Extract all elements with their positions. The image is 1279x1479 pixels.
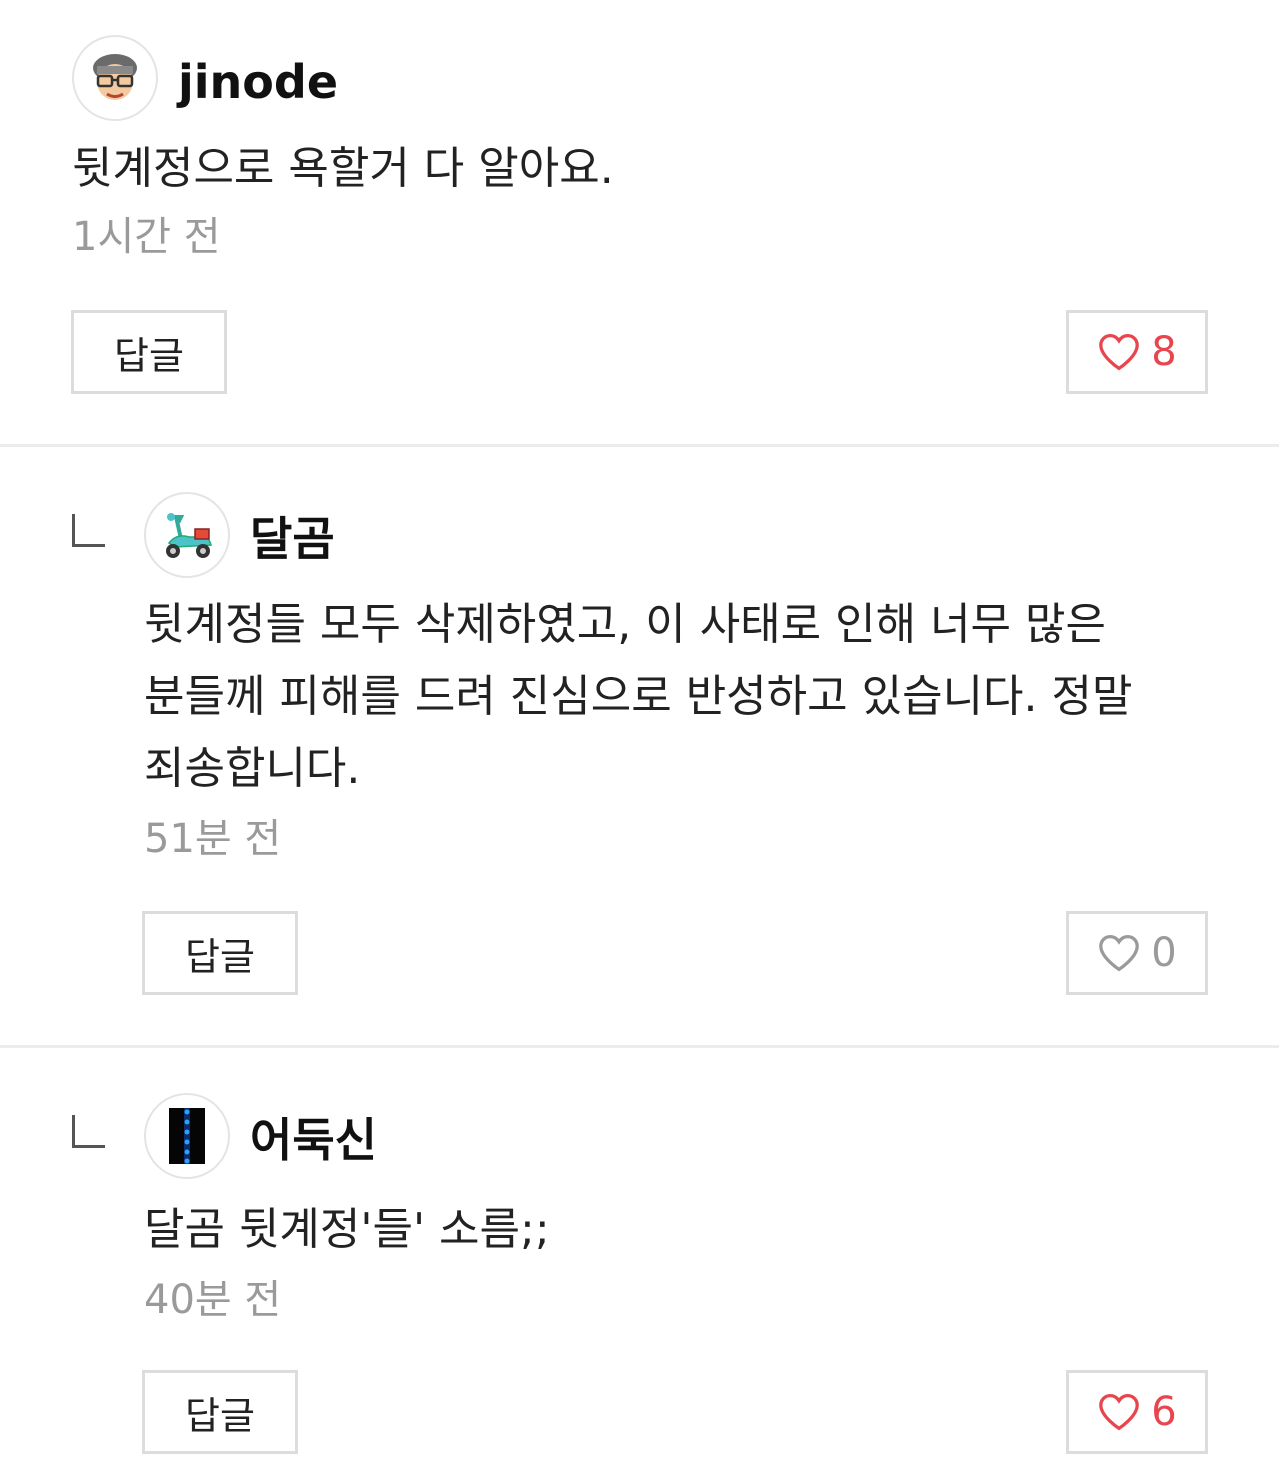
like-button[interactable]: 0 <box>1066 911 1208 995</box>
reply-label: 답글 <box>185 934 255 979</box>
reply-label: 답글 <box>185 1393 255 1438</box>
like-button[interactable]: 6 <box>1066 1370 1208 1454</box>
reply-indent-icon <box>72 514 105 547</box>
heart-icon <box>1099 1393 1140 1431</box>
reply-label: 답글 <box>114 333 184 378</box>
comment-item: 달곰 뒷계정들 모두 삭제하였고, 이 사태로 인해 너무 많은 분들께 피해를… <box>0 447 1279 1045</box>
comment-item: 어둑신 달곰 뒷계정'들' 소름;; 40분 전 답글 6 <box>0 1048 1279 1479</box>
dark-pillar-icon <box>169 1108 205 1164</box>
comment-username[interactable]: 달곰 <box>250 509 335 569</box>
comment-time: 1시간 전 <box>72 214 221 260</box>
like-count: 8 <box>1151 329 1177 375</box>
reply-button[interactable]: 답글 <box>142 911 298 995</box>
comment-text: 뒷계정들 모두 삭제하였고, 이 사태로 인해 너무 많은 분들께 피해를 드려… <box>144 599 1133 794</box>
comment-username[interactable]: 어둑신 <box>250 1110 377 1170</box>
reply-indent-icon <box>72 1115 105 1148</box>
comment-time: 51분 전 <box>144 816 282 862</box>
like-count: 0 <box>1151 930 1177 976</box>
reply-button[interactable]: 답글 <box>142 1370 298 1454</box>
comment-item: jinode 뒷계정으로 욕할거 다 알아요. 1시간 전 답글 8 <box>0 0 1279 445</box>
reply-button[interactable]: 답글 <box>71 310 227 394</box>
scooter-icon <box>166 513 212 558</box>
comment-username[interactable]: jinode <box>178 52 338 112</box>
heart-icon <box>1099 934 1140 972</box>
avatar[interactable] <box>144 1093 230 1179</box>
comment-time: 40분 전 <box>144 1277 282 1323</box>
avatar[interactable] <box>72 35 158 121</box>
comment-text: 뒷계정으로 욕할거 다 알아요. <box>72 143 614 194</box>
like-count: 6 <box>1151 1389 1177 1435</box>
heart-icon <box>1099 333 1140 371</box>
comment-text: 달곰 뒷계정'들' 소름;; <box>144 1204 550 1255</box>
avatar[interactable] <box>144 492 230 578</box>
glasses-face-icon <box>93 54 137 100</box>
like-button[interactable]: 8 <box>1066 310 1208 394</box>
